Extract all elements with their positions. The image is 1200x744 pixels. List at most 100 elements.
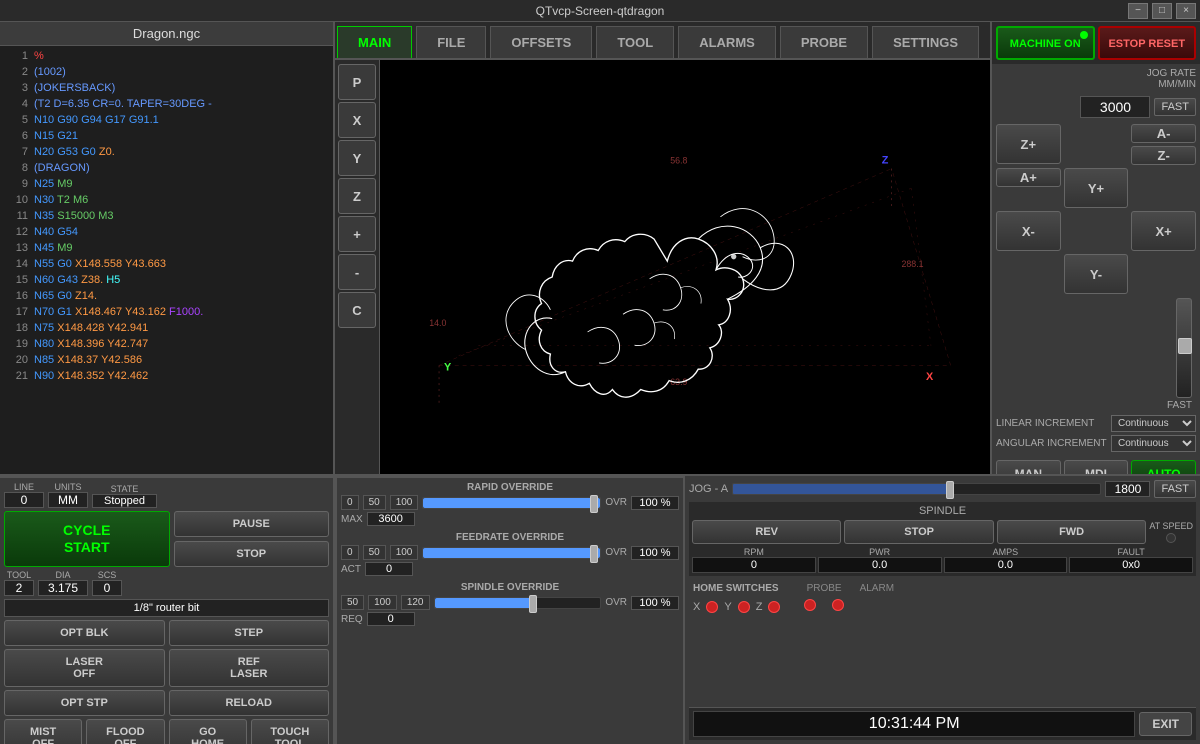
rapid-0-button[interactable]: 0: [341, 495, 359, 510]
fault-label: FAULT: [1117, 547, 1144, 557]
fault-value-input[interactable]: [1069, 557, 1193, 573]
feedrate-act-label: ACT: [341, 564, 361, 575]
z-plus-jog-button[interactable]: Z+: [996, 124, 1061, 164]
svg-text:Z: Z: [882, 155, 889, 167]
y-minus-jog-button[interactable]: Y-: [1064, 254, 1129, 294]
feedrate-slider-track[interactable]: [422, 547, 601, 559]
code-line: 4(T2 D=6.35 CR=0. TAPER=30DEG -: [4, 96, 329, 112]
jog-a-fast-button[interactable]: FAST: [1154, 480, 1196, 498]
estop-reset-button[interactable]: ESTOP RESET: [1098, 26, 1197, 60]
mist-button[interactable]: MISTOFF: [4, 719, 82, 744]
close-button[interactable]: ×: [1176, 3, 1196, 19]
a-plus-jog-button[interactable]: A+: [996, 168, 1061, 187]
go-home-button[interactable]: GOHOME: [169, 719, 247, 744]
nav-tab-settings[interactable]: SETTINGS: [872, 26, 979, 58]
pwr-value-input[interactable]: [818, 557, 942, 573]
spindle-ovr-input[interactable]: [631, 596, 679, 610]
feedrate-ovr-input[interactable]: [631, 546, 679, 560]
x-plus-jog-button[interactable]: X+: [1131, 211, 1196, 251]
spindle-ovr-label: OVR: [605, 597, 627, 608]
feedrate-slider-handle[interactable]: [590, 545, 598, 563]
z-minus-jog-button[interactable]: Z-: [1131, 146, 1196, 165]
rapid-50-button[interactable]: 50: [363, 495, 386, 510]
spindle-slider-track[interactable]: [434, 597, 602, 609]
nav-tab-alarms[interactable]: ALARMS: [678, 26, 776, 58]
title-text: QTvcp-Screen-qtdragon: [536, 4, 665, 18]
pause-button[interactable]: PAUSE: [174, 511, 330, 537]
rpm-value-input[interactable]: [692, 557, 816, 573]
scs-value-input[interactable]: [92, 580, 122, 596]
spindle-stop-button[interactable]: STOP: [844, 520, 993, 544]
jog-rate-input[interactable]: [1080, 96, 1150, 118]
line-value-input[interactable]: [4, 492, 44, 508]
angular-increment-select[interactable]: Continuous 1 5 10: [1111, 435, 1196, 452]
3d-viewport[interactable]: 63.9 14.0 56.8 288.1: [380, 60, 990, 474]
nav-tab-tool[interactable]: TOOL: [596, 26, 674, 58]
nav-tab-main[interactable]: MAIN: [337, 26, 412, 58]
scs-label: SCS: [98, 570, 117, 580]
ref-laser-button[interactable]: REFLASER: [169, 649, 330, 687]
laser-off-button[interactable]: LASEROFF: [4, 649, 165, 687]
x-minus-jog-button[interactable]: X-: [996, 211, 1061, 251]
z-switch-label: Z: [756, 601, 763, 613]
x-switch-label: X: [693, 601, 700, 613]
nav-tab-probe[interactable]: PROBE: [780, 26, 868, 58]
rapid-max-input[interactable]: [367, 512, 415, 526]
feedrate-50-button[interactable]: 50: [363, 545, 386, 560]
dia-value-input[interactable]: [38, 580, 88, 596]
spindle-req-label: REQ: [341, 614, 363, 625]
jog-a-value-input[interactable]: [1105, 481, 1150, 497]
jog-fast-button[interactable]: FAST: [1154, 98, 1196, 116]
feedrate-act-input[interactable]: [365, 562, 413, 576]
spindle-120-button[interactable]: 120: [401, 595, 430, 610]
opt-stp-button[interactable]: OPT STP: [4, 690, 165, 716]
spindle-req-input[interactable]: [367, 612, 415, 626]
axis-btn-y[interactable]: Y: [338, 140, 376, 176]
jog-slider-handle[interactable]: [1178, 338, 1192, 354]
axis-btn-z[interactable]: Z: [338, 178, 376, 214]
state-value-input[interactable]: [92, 494, 157, 508]
rapid-slider-track[interactable]: [422, 497, 601, 509]
jog-a-slider[interactable]: [732, 483, 1101, 495]
axis-btn-x[interactable]: X: [338, 102, 376, 138]
reload-button[interactable]: RELOAD: [169, 690, 330, 716]
cycle-start-button[interactable]: CYCLESTART: [4, 511, 170, 567]
rapid-100-button[interactable]: 100: [390, 495, 419, 510]
axis-btn--[interactable]: -: [338, 254, 376, 290]
linear-increment-select[interactable]: Continuous 0.001 0.01 0.1: [1111, 415, 1196, 432]
svg-text:Y: Y: [444, 361, 452, 373]
maximize-button[interactable]: □: [1152, 3, 1172, 19]
exit-button[interactable]: EXIT: [1139, 712, 1192, 736]
machine-on-button[interactable]: MACHINE ON: [996, 26, 1095, 60]
z-switch-indicator: [768, 601, 780, 613]
flood-button[interactable]: FLOODOFF: [86, 719, 164, 744]
stop-button[interactable]: STOP: [174, 541, 330, 567]
amps-value-input[interactable]: [944, 557, 1068, 573]
a-minus-jog-button[interactable]: A-: [1131, 124, 1196, 143]
axis-btn-p[interactable]: P: [338, 64, 376, 100]
touch-tool-button[interactable]: TOUCHTOOL: [251, 719, 329, 744]
feedrate-100-button[interactable]: 100: [390, 545, 419, 560]
rapid-ovr-input[interactable]: [631, 496, 679, 510]
units-value-input[interactable]: [48, 492, 88, 508]
rapid-slider-handle[interactable]: [590, 495, 598, 513]
code-filename: Dragon.ngc: [0, 22, 333, 46]
step-button[interactable]: STEP: [169, 620, 330, 646]
axis-btn-+[interactable]: +: [338, 216, 376, 252]
minimize-button[interactable]: −: [1128, 3, 1148, 19]
spindle-100-button[interactable]: 100: [368, 595, 397, 610]
tool-value-input[interactable]: [4, 580, 34, 596]
code-line: 7N20 G53 G0 Z0.: [4, 144, 329, 160]
jog-a-handle[interactable]: [946, 481, 954, 499]
spindle-fwd-button[interactable]: FWD: [997, 520, 1146, 544]
spindle-rev-button[interactable]: REV: [692, 520, 841, 544]
spindle-50-button[interactable]: 50: [341, 595, 364, 610]
nav-tab-file[interactable]: FILE: [416, 26, 486, 58]
feedrate-0-button[interactable]: 0: [341, 545, 359, 560]
code-line: 11N35 S15000 M3: [4, 208, 329, 224]
spindle-slider-handle[interactable]: [529, 595, 537, 613]
axis-btn-c[interactable]: C: [338, 292, 376, 328]
opt-blk-button[interactable]: OPT BLK: [4, 620, 165, 646]
nav-tab-offsets[interactable]: OFFSETS: [490, 26, 592, 58]
y-plus-jog-button[interactable]: Y+: [1064, 168, 1129, 208]
